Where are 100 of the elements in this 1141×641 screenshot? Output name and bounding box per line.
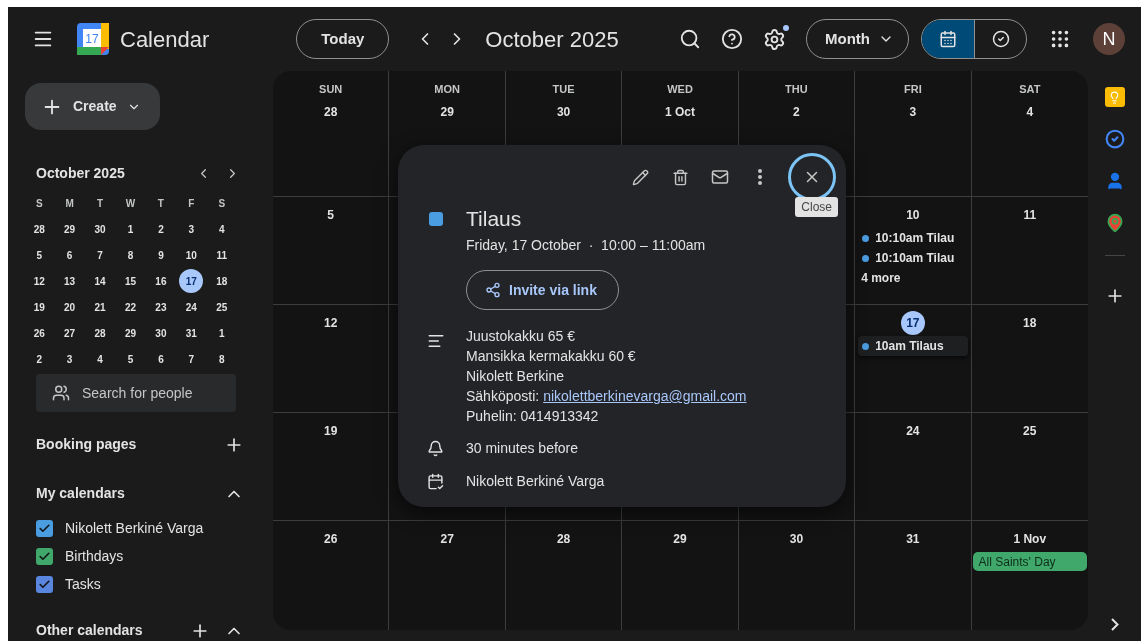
mini-calendar-day[interactable]: 19 <box>27 295 52 319</box>
mini-calendar-day[interactable]: 11 <box>209 243 234 267</box>
day-cell[interactable]: 1 Nov All Saints' Day <box>971 521 1088 630</box>
all-day-event[interactable]: All Saints' Day <box>972 552 1087 571</box>
mini-calendar-day[interactable]: 23 <box>148 295 173 319</box>
expand-button[interactable] <box>1110 618 1119 631</box>
mini-calendar-day[interactable]: 16 <box>148 269 173 293</box>
day-cell[interactable]: SUN 28 <box>273 71 390 197</box>
mini-calendar-day[interactable]: 8 <box>209 347 234 371</box>
event-chip[interactable]: 10am Tilaus <box>858 336 968 356</box>
day-number[interactable]: 18 <box>1021 311 1039 335</box>
event-chip[interactable]: 10:10am Tilau <box>858 248 968 268</box>
day-number[interactable]: 28 <box>554 527 573 551</box>
mini-calendar-day[interactable]: 4 <box>88 347 113 371</box>
day-cell[interactable]: 29 <box>622 521 739 630</box>
day-cell[interactable]: 5 <box>273 197 390 305</box>
day-number[interactable]: 1 Nov <box>1011 527 1049 551</box>
mini-calendar-day[interactable]: 5 <box>27 243 52 267</box>
day-number[interactable]: 19 <box>322 419 340 443</box>
mini-calendar-day[interactable]: 7 <box>179 347 204 371</box>
day-number[interactable]: 5 <box>325 203 337 227</box>
create-button[interactable]: Create <box>25 83 160 130</box>
day-number[interactable]: 4 <box>1024 99 1036 124</box>
day-number[interactable]: 26 <box>322 527 340 551</box>
search-people-field[interactable]: Search for people <box>36 374 236 412</box>
mini-calendar-day[interactable]: 3 <box>57 347 82 371</box>
day-number[interactable]: 12 <box>322 311 340 335</box>
day-number[interactable]: 24 <box>904 419 922 443</box>
mini-calendar-day[interactable]: 15 <box>118 269 143 293</box>
day-number[interactable]: 1 Oct <box>663 99 697 124</box>
calendar-checkbox[interactable] <box>36 519 53 537</box>
day-number[interactable]: 3 <box>907 99 919 124</box>
event-chip[interactable]: 10:10am Tilau <box>858 228 968 248</box>
calendar-view-button[interactable] <box>922 20 974 58</box>
day-number[interactable]: 30 <box>787 527 806 551</box>
account-avatar[interactable]: N <box>1093 23 1125 55</box>
mini-calendar-day[interactable]: 22 <box>118 295 143 319</box>
mini-calendar-day[interactable]: 10 <box>179 243 204 267</box>
calendar-checkbox[interactable] <box>36 547 53 565</box>
mini-calendar-day[interactable]: 27 <box>57 321 82 345</box>
day-cell[interactable]: 25 <box>971 413 1088 521</box>
mini-calendar-day[interactable]: 29 <box>57 217 82 241</box>
mini-calendar-day[interactable]: 21 <box>88 295 113 319</box>
mini-calendar-day[interactable]: 30 <box>88 217 113 241</box>
day-number[interactable]: 27 <box>438 527 456 551</box>
mini-calendar-day[interactable]: 1 <box>118 217 143 241</box>
mini-calendar-day[interactable]: 28 <box>27 217 52 241</box>
day-cell[interactable]: 31 <box>855 521 972 630</box>
day-number[interactable]: 30 <box>554 99 573 124</box>
mini-calendar-day[interactable]: 9 <box>148 243 173 267</box>
mini-calendar-day[interactable]: 25 <box>209 295 234 319</box>
day-cell[interactable]: 19 <box>273 413 390 521</box>
mini-calendar-day[interactable]: 1 <box>209 321 234 345</box>
day-cell[interactable]: 26 <box>273 521 390 630</box>
day-cell[interactable]: 27 <box>389 521 506 630</box>
day-cell[interactable]: 12 <box>273 305 390 413</box>
mini-calendar-day[interactable]: 8 <box>118 243 143 267</box>
mini-calendar-day[interactable]: 24 <box>179 295 204 319</box>
day-number[interactable]: 29 <box>671 527 689 551</box>
search-button[interactable] <box>679 28 701 50</box>
mini-calendar-day[interactable]: 14 <box>88 269 113 293</box>
day-cell[interactable]: FRI 3 <box>855 71 972 197</box>
mini-calendar-day[interactable]: 6 <box>148 347 173 371</box>
day-cell[interactable]: 18 <box>971 305 1088 413</box>
mini-calendar-day[interactable]: 3 <box>179 217 204 241</box>
mini-calendar-day[interactable]: 18 <box>209 269 234 293</box>
email-link[interactable]: nikolettberkinevarga@gmail.com <box>543 386 747 406</box>
mini-calendar-day[interactable]: 30 <box>148 321 173 345</box>
day-cell[interactable]: 28 <box>505 521 623 630</box>
mini-calendar-day[interactable]: 4 <box>209 217 234 241</box>
day-number[interactable]: 17 <box>900 311 925 335</box>
mini-calendar-day[interactable]: 26 <box>27 321 52 345</box>
day-cell[interactable]: 30 <box>738 521 856 630</box>
day-cell[interactable]: 11 <box>971 197 1088 305</box>
day-number[interactable]: 10 <box>904 203 922 227</box>
mini-calendar-day[interactable]: 20 <box>57 295 82 319</box>
day-number[interactable]: 31 <box>904 527 922 551</box>
mini-calendar-day[interactable]: 29 <box>118 321 143 345</box>
tasks-icon[interactable] <box>1104 129 1125 149</box>
lightbulb-icon[interactable] <box>1104 87 1125 107</box>
day-cell[interactable]: 17 10am Tilaus <box>855 305 972 413</box>
mini-calendar-day[interactable]: 6 <box>57 243 82 267</box>
day-number[interactable]: 28 <box>322 99 340 124</box>
day-number[interactable]: 2 <box>791 99 802 124</box>
mini-calendar-day[interactable]: 28 <box>88 321 113 345</box>
help-button[interactable] <box>721 28 743 50</box>
apps-button[interactable] <box>1049 28 1071 50</box>
day-number[interactable]: 11 <box>1021 203 1039 227</box>
day-cell[interactable]: 10 10:10am Tilau 10:10am Tilau 4 more <box>855 197 972 305</box>
mini-calendar-day[interactable]: 17 <box>179 269 204 293</box>
more-events-link[interactable]: 4 more <box>861 268 971 288</box>
mini-calendar-day[interactable]: 2 <box>27 347 52 371</box>
mini-calendar-day[interactable]: 13 <box>57 269 82 293</box>
day-cell[interactable]: 24 <box>855 413 972 521</box>
day-cell[interactable]: SAT 4 <box>971 71 1088 197</box>
mini-calendar-day[interactable]: 7 <box>88 243 113 267</box>
day-number[interactable]: 29 <box>438 99 456 124</box>
mini-calendar-day[interactable]: 12 <box>27 269 52 293</box>
day-number[interactable]: 25 <box>1021 419 1039 443</box>
mini-calendar-day[interactable]: 31 <box>179 321 204 345</box>
